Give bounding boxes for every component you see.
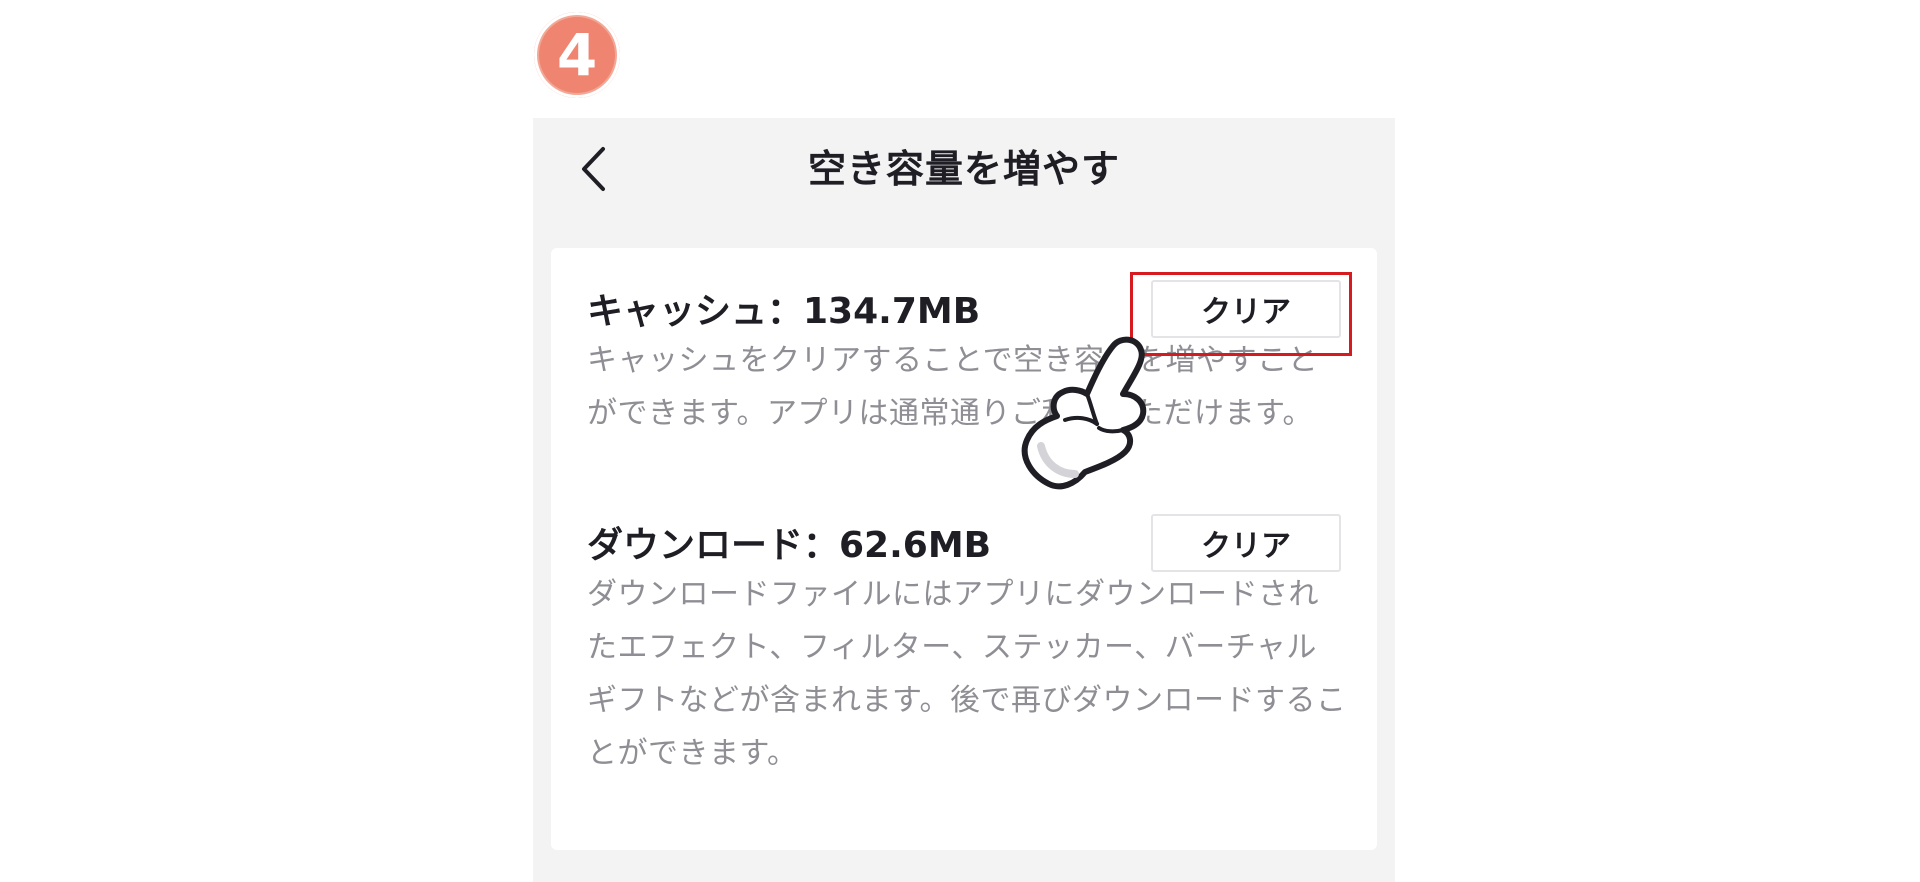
- cache-section-title: キャッシュ：134.7MB: [587, 291, 981, 332]
- page-title: 空き容量を増やす: [807, 147, 1120, 191]
- download-section-title: ダウンロード：62.6MB: [587, 525, 992, 566]
- phone-screen: 空き容量を増やす キャッシュ：134.7MB クリア キャッシュをクリアすること…: [533, 118, 1395, 882]
- navigation-bar: 空き容量を増やす: [533, 118, 1395, 212]
- step-number-badge: 4: [534, 12, 620, 98]
- pointing-hand-icon: [1021, 336, 1147, 490]
- download-description: ダウンロードファイルにはアプリにダウンロードされたエフェクト、フィルター、ステッ…: [587, 577, 1347, 771]
- clear-download-button[interactable]: クリア: [1151, 514, 1341, 572]
